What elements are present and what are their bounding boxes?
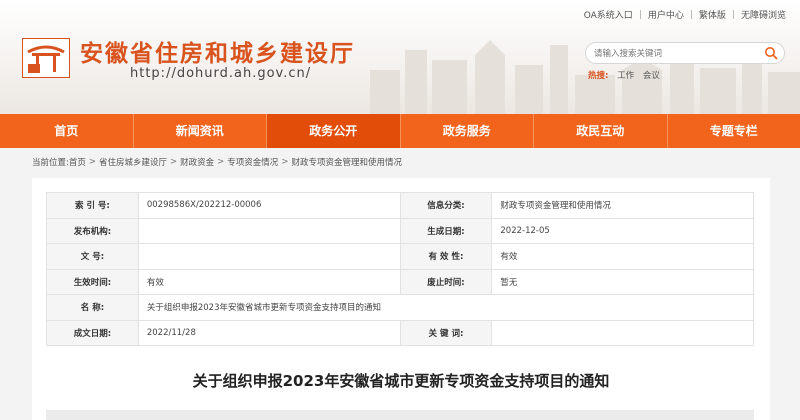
table-row: 成文日期: 2022/11/28 关 键 词: [46,319,754,346]
meta-value: 00298586X/202212-00006 [137,192,401,219]
meta-value: 财政专项资金管理和使用情况 [491,192,754,219]
breadcrumb-link[interactable]: 省住房城乡建设厅 [99,156,167,168]
meta-value [491,319,754,346]
table-row: 名 称: 关于组织申报2023年安徽省城市更新专项资金支持项目的通知 [46,294,755,321]
search-box [585,42,785,64]
breadcrumb-prefix: 当前位置: [32,158,69,168]
meta-label: 生成日期: [399,217,493,244]
table-row: 发布机构: 生成日期: 2022-12-05 [46,217,754,244]
hot-search-label: 热搜: [588,71,609,81]
hot-search-item[interactable]: 会议 [643,71,660,81]
meta-value [137,243,401,270]
document-title: 关于组织申报2023年安徽省城市更新专项资金支持项目的通知 [192,372,610,390]
site-header: OA系统入口 | 用户中心 | 繁体版 | 无障碍浏览 安徽省住房和城乡建设厅 … [0,0,800,114]
site-url: http://dohurd.ah.gov.cn/ [130,66,312,81]
user-center-link[interactable]: 用户中心 [648,8,684,21]
breadcrumb-link[interactable]: 财政专项资金管理和使用情况 [291,156,402,168]
meta-value: 暂无 [491,268,754,295]
site-logo-icon[interactable] [22,38,70,78]
top-link-divider: | [731,9,735,20]
top-link-divider: | [638,9,642,20]
nav-home[interactable]: 首页 [0,114,134,148]
breadcrumb-separator: > [281,157,289,167]
meta-value: 2022/11/28 [137,319,401,346]
accessibility-link[interactable]: 无障碍浏览 [741,8,786,21]
meta-label: 废止时间: [399,268,493,295]
article-panel: 索 引 号: 00298586X/202212-00006 信息分类: 财政专项… [32,178,770,420]
search-input[interactable] [594,46,759,61]
hot-search: 热搜: 工作 会议 [588,69,660,81]
breadcrumb-link[interactable]: 首页 [69,156,86,168]
search-icon[interactable] [764,46,778,60]
nav-government-services[interactable]: 政务服务 [401,114,534,148]
content-divider [46,410,754,420]
nav-special-topics[interactable]: 专题专栏 [668,114,800,148]
hot-search-item[interactable]: 工作 [617,71,634,81]
table-row: 生效时间: 有效 废止时间: 暂无 [46,268,754,295]
skyline-decoration [370,40,800,114]
breadcrumb: 当前位置: 首页 > 省住房城乡建设厅 > 财政资金 > 专项资金情况 > 财政… [32,156,402,168]
breadcrumb-link[interactable]: 专项资金情况 [227,156,278,168]
traditional-chinese-link[interactable]: 繁体版 [699,8,726,21]
meta-value: 2022-12-05 [491,217,754,244]
table-row: 文 号: 有 效 性: 有效 [46,243,754,270]
meta-label: 成文日期: [46,319,139,346]
meta-value: 关于组织申报2023年安徽省城市更新专项资金支持项目的通知 [137,294,755,321]
document-metadata-table: 索 引 号: 00298586X/202212-00006 信息分类: 财政专项… [46,192,755,346]
nav-news[interactable]: 新闻资讯 [134,114,267,148]
main-nav: 首页 新闻资讯 政务公开 政务服务 政民互动 专题专栏 [0,114,800,148]
meta-label: 有 效 性: [399,243,493,270]
meta-label: 文 号: [46,243,139,270]
breadcrumb-separator: > [88,157,97,167]
meta-value [137,217,401,244]
breadcrumb-link[interactable]: 财政资金 [180,156,214,168]
meta-label: 关 键 词: [399,319,493,346]
breadcrumb-separator: > [170,157,178,167]
breadcrumb-separator: > [217,157,225,167]
table-row: 索 引 号: 00298586X/202212-00006 信息分类: 财政专项… [46,192,754,219]
nav-public-interaction[interactable]: 政民互动 [534,114,668,148]
meta-label: 信息分类: [399,192,493,219]
oa-entry-link[interactable]: OA系统入口 [584,8,633,21]
meta-label: 索 引 号: [46,192,139,219]
meta-value: 有效 [491,243,754,270]
meta-value: 有效 [137,268,401,295]
meta-label: 生效时间: [46,268,139,295]
nav-government-affairs-disclosure[interactable]: 政务公开 [267,114,401,148]
meta-label: 发布机构: [46,217,139,244]
top-link-divider: | [689,9,693,20]
site-title[interactable]: 安徽省住房和城乡建设厅 [80,34,355,68]
top-links: OA系统入口 | 用户中心 | 繁体版 | 无障碍浏览 [584,8,786,22]
meta-label: 名 称: [46,294,139,321]
